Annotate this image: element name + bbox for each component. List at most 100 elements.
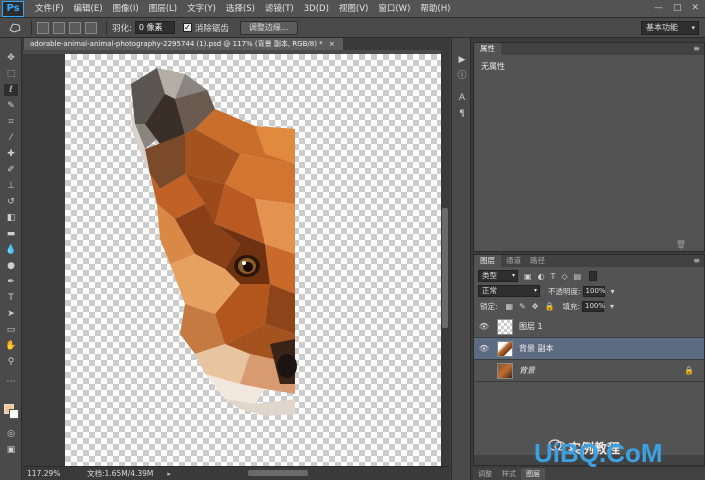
gradient-tool-icon[interactable]: ▬ xyxy=(4,228,18,240)
paragraph-icon[interactable]: ¶ xyxy=(456,108,468,120)
marquee-tool-icon[interactable]: ⬚ xyxy=(4,68,18,80)
add-to-selection-icon[interactable] xyxy=(53,21,65,34)
play-icon[interactable]: ▶ xyxy=(456,54,468,66)
shape-filter-icon[interactable]: ◇ xyxy=(561,272,567,281)
screen-mode-icon[interactable]: ▣ xyxy=(4,444,18,456)
brush-tool-icon[interactable]: ✐ xyxy=(4,164,18,176)
menu-file[interactable]: 文件(F) xyxy=(30,0,69,18)
adjustment-filter-icon[interactable]: ◐ xyxy=(538,272,545,281)
character-icon[interactable]: A xyxy=(456,92,468,104)
trash-icon[interactable]: 🗑 xyxy=(676,240,686,249)
menu-filter[interactable]: 滤镜(T) xyxy=(260,0,299,18)
lock-position-icon[interactable]: ✥ xyxy=(532,302,539,311)
bottom-panel-tabs: 调整 样式 图层 xyxy=(473,468,705,480)
new-selection-icon[interactable] xyxy=(37,21,49,34)
background-color-swatch[interactable] xyxy=(9,409,19,419)
smart-object-filter-icon[interactable]: ▤ xyxy=(574,272,582,281)
eye-icon[interactable]: 👁 xyxy=(477,344,491,353)
clone-stamp-tool-icon[interactable]: ⊥ xyxy=(4,180,18,192)
layer-row-layer1[interactable]: 👁 图层 1 xyxy=(474,316,704,338)
horizontal-scrollbar-thumb[interactable] xyxy=(248,470,308,476)
tab-channels[interactable]: 通道 xyxy=(500,255,527,267)
menu-layer[interactable]: 图层(L) xyxy=(144,0,182,18)
lock-all-icon[interactable]: 🔒 xyxy=(545,302,555,311)
tab-layers-bottom[interactable]: 图层 xyxy=(521,468,545,480)
path-selection-tool-icon[interactable]: ➤ xyxy=(4,308,18,320)
document-tab[interactable]: adorable-animal-animal-photography-22957… xyxy=(24,38,343,50)
dodge-tool-icon[interactable]: ● xyxy=(4,260,18,272)
vertical-scrollbar[interactable] xyxy=(441,50,449,466)
quick-select-tool-icon[interactable]: ✎ xyxy=(4,100,18,112)
panel-menu-icon[interactable]: ≡ xyxy=(693,255,700,267)
eye-icon[interactable]: 👁 xyxy=(477,322,491,331)
blur-tool-icon[interactable]: 💧 xyxy=(4,244,18,256)
chevron-down-icon: ▾ xyxy=(533,287,537,294)
panel-menu-icon[interactable]: ≡ xyxy=(693,43,700,55)
blend-opacity-row: 正常 ▾ 不透明度: 100% ▾ xyxy=(478,284,702,298)
info-icon[interactable]: ⓘ xyxy=(456,70,468,82)
crop-tool-icon[interactable]: ⌗ xyxy=(4,116,18,128)
pixel-filter-icon[interactable]: ▣ xyxy=(524,272,532,281)
vertical-scrollbar-thumb[interactable] xyxy=(442,208,448,328)
fill-input[interactable]: 100% xyxy=(582,300,605,312)
tab-layers[interactable]: 图层 xyxy=(474,255,501,267)
canvas-area xyxy=(23,50,441,466)
opacity-input[interactable]: 100% xyxy=(582,285,606,297)
history-brush-tool-icon[interactable]: ↺ xyxy=(4,196,18,208)
healing-brush-tool-icon[interactable]: ✚ xyxy=(4,148,18,160)
rectangle-tool-icon[interactable]: ▭ xyxy=(4,324,18,336)
chevron-down-icon[interactable]: ▾ xyxy=(611,287,615,296)
menu-3d[interactable]: 3D(D) xyxy=(299,0,334,18)
menu-edit[interactable]: 编辑(E) xyxy=(69,0,108,18)
document-tab-title: adorable-animal-animal-photography-22957… xyxy=(30,40,323,48)
eraser-tool-icon[interactable]: ◧ xyxy=(4,212,18,224)
lock-transparent-icon[interactable]: ▦ xyxy=(506,302,514,311)
lasso-tool-preset-icon[interactable] xyxy=(4,20,26,36)
menu-image[interactable]: 图像(I) xyxy=(108,0,144,18)
lasso-tool-icon[interactable]: ℓ xyxy=(4,84,18,96)
antialias-label: 消除锯齿 xyxy=(194,23,229,34)
eyedropper-tool-icon[interactable]: ⁄ xyxy=(4,132,18,144)
refine-edge-button[interactable]: 调整边缘... xyxy=(239,20,298,35)
layers-panel: 图层 通道 路径 ≡ 类型 ▾ ▣ ◐ T ◇ ▤ 正常 ▾ 不透明度: 100… xyxy=(473,254,705,466)
move-tool-icon[interactable]: ✥ xyxy=(4,52,18,64)
menu-select[interactable]: 选择(S) xyxy=(221,0,260,18)
lock-image-icon[interactable]: ✎ xyxy=(519,302,526,311)
minimize-button[interactable]: — xyxy=(654,3,663,13)
layer-list: 👁 图层 1 👁 背景 副本 背景 🔒 xyxy=(474,316,704,382)
tab-styles[interactable]: 样式 xyxy=(497,468,521,480)
tab-properties[interactable]: 属性 xyxy=(474,43,501,55)
tab-adjustments[interactable]: 调整 xyxy=(473,468,497,480)
layer-row-background[interactable]: 背景 🔒 xyxy=(474,360,704,382)
close-tab-icon[interactable]: × xyxy=(329,40,335,48)
document-canvas[interactable] xyxy=(65,54,441,466)
quick-mask-icon[interactable]: ◎ xyxy=(4,428,18,440)
menu-help[interactable]: 帮助(H) xyxy=(415,0,455,18)
hand-tool-icon[interactable]: ✋ xyxy=(4,340,18,352)
chevron-down-icon[interactable]: ▾ xyxy=(610,302,614,311)
antialias-checkbox[interactable]: ✓ xyxy=(182,23,192,32)
tab-paths[interactable]: 路径 xyxy=(524,255,551,267)
blend-mode-select[interactable]: 正常 ▾ xyxy=(478,285,540,297)
layer-row-background-copy[interactable]: 👁 背景 副本 xyxy=(474,338,704,360)
zoom-tool-icon[interactable]: ⚲ xyxy=(4,356,18,368)
workspace-select[interactable]: 基本功能 ▾ xyxy=(641,21,699,35)
type-tool-icon[interactable]: T xyxy=(4,292,18,304)
pen-tool-icon[interactable]: ✒ xyxy=(4,276,18,288)
filter-kind-select[interactable]: 类型 ▾ xyxy=(478,270,518,282)
feather-input[interactable]: 0 像素 xyxy=(134,21,175,34)
filter-toggle[interactable] xyxy=(589,271,598,281)
type-filter-icon[interactable]: T xyxy=(551,272,556,281)
status-menu-arrow-icon[interactable]: ▸ xyxy=(167,470,171,478)
photoshop-logo: Ps xyxy=(2,0,24,17)
menu-type[interactable]: 文字(Y) xyxy=(182,0,221,18)
zoom-level[interactable]: 117.29% xyxy=(23,469,61,478)
close-button[interactable]: ✕ xyxy=(691,3,699,13)
intersect-selection-icon[interactable] xyxy=(85,21,97,34)
menu-window[interactable]: 窗口(W) xyxy=(373,0,415,18)
lock-fill-row: 锁定: ▦ ✎ ✥ 🔒 填充: 100% ▾ xyxy=(478,299,702,313)
maximize-button[interactable]: □ xyxy=(673,3,682,13)
subtract-selection-icon[interactable] xyxy=(69,21,81,34)
more-tools-icon[interactable]: ⋯ xyxy=(4,376,18,388)
menu-view[interactable]: 视图(V) xyxy=(334,0,373,18)
